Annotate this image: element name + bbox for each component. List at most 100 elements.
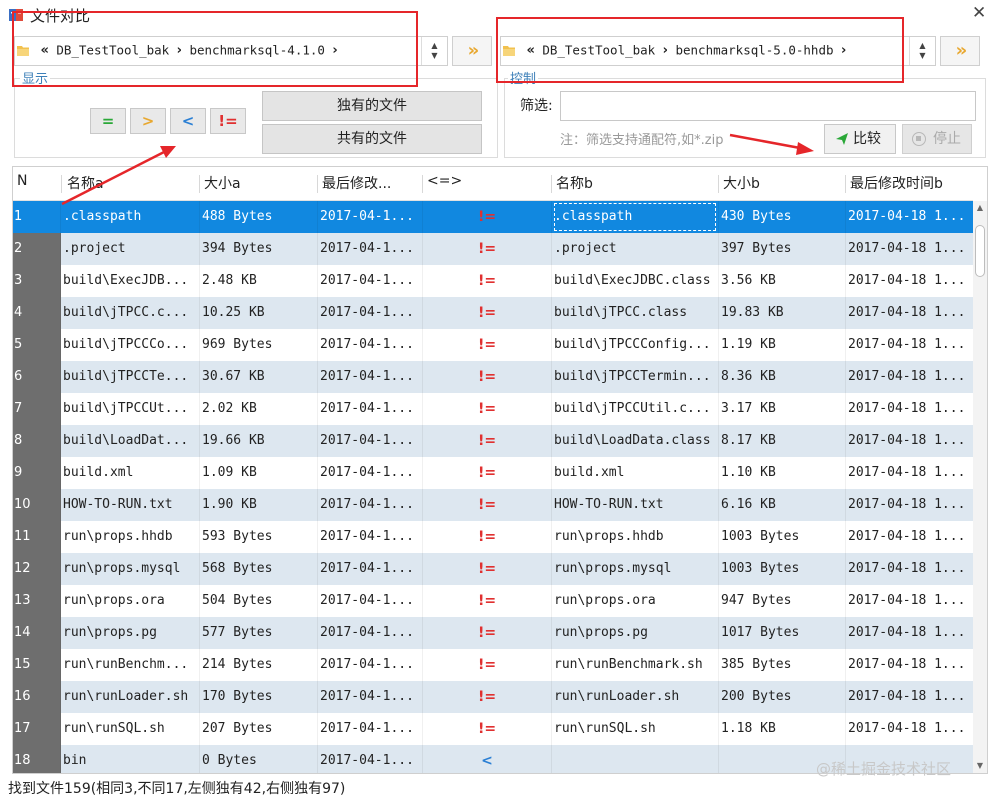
column-divider[interactable] — [199, 175, 200, 193]
cell-size-b[interactable]: 1003 Bytes — [719, 521, 845, 553]
cell-size-b[interactable]: 1.18 KB — [719, 713, 845, 745]
cell-mtime-a[interactable]: 2017-04-1... — [318, 265, 422, 297]
cell-mtime-a[interactable]: 2017-04-1... — [318, 585, 422, 617]
cell-row-number[interactable]: 5 — [13, 329, 61, 361]
cell-mtime-b[interactable]: 2017-04-18 1... — [846, 489, 973, 521]
less-filter-button[interactable]: < — [170, 108, 206, 134]
cell-size-a[interactable]: 2.02 KB — [200, 393, 317, 425]
cell-compare[interactable]: != — [423, 521, 551, 553]
cell-size-b[interactable]: 19.83 KB — [719, 297, 845, 329]
cell-size-a[interactable]: 1.09 KB — [200, 457, 317, 489]
cell-name-b[interactable]: build\ExecJDBC.class — [552, 265, 718, 297]
scroll-up-icon[interactable]: ▲ — [973, 201, 987, 215]
column-divider[interactable] — [845, 175, 846, 193]
right-go-button[interactable]: » — [940, 36, 980, 66]
cell-size-a[interactable]: 214 Bytes — [200, 649, 317, 681]
cell-row-number[interactable]: 9 — [13, 457, 61, 489]
unique-files-button[interactable]: 独有的文件 — [262, 91, 482, 121]
cell-size-a[interactable]: 488 Bytes — [200, 201, 317, 233]
table-row[interactable]: 6 build\jTPCCTe... 30.67 KB 2017-04-1... != b… — [13, 361, 973, 393]
cell-mtime-b[interactable]: 2017-04-18 1... — [846, 201, 973, 233]
scroll-down-icon[interactable]: ▼ — [973, 759, 987, 773]
column-divider[interactable] — [61, 175, 62, 193]
table-row[interactable]: 9 build.xml 1.09 KB 2017-04-1... != build.xml… — [13, 457, 973, 489]
cell-mtime-a[interactable]: 2017-04-1... — [318, 713, 422, 745]
cell-mtime-b[interactable]: 2017-04-18 1... — [846, 713, 973, 745]
column-divider[interactable] — [551, 175, 552, 193]
table-row[interactable]: 14 run\props.pg 577 Bytes 2017-04-1... != run… — [13, 617, 973, 649]
cell-name-a[interactable]: .classpath — [61, 201, 199, 233]
cell-name-b[interactable]: build\jTPCCTermin... — [552, 361, 718, 393]
cell-mtime-b[interactable]: 2017-04-18 1... — [846, 329, 973, 361]
left-path-root[interactable]: DB_TestTool_bak — [56, 43, 169, 58]
cell-name-a[interactable]: run\props.hhdb — [61, 521, 199, 553]
cell-mtime-b[interactable]: 2017-04-18 1... — [846, 265, 973, 297]
column-header-mtime-b[interactable]: 最后修改时间b — [850, 173, 968, 193]
cell-compare[interactable]: != — [423, 489, 551, 521]
cell-size-b[interactable]: 397 Bytes — [719, 233, 845, 265]
cell-name-a[interactable]: HOW-TO-RUN.txt — [61, 489, 199, 521]
cell-name-b[interactable]: run\props.pg — [552, 617, 718, 649]
greater-filter-button[interactable]: > — [130, 108, 166, 134]
cell-name-a[interactable]: run\runBenchm... — [61, 649, 199, 681]
cell-mtime-a[interactable]: 2017-04-1... — [318, 201, 422, 233]
cell-name-b[interactable]: .classpath — [552, 201, 718, 233]
cell-row-number[interactable]: 10 — [13, 489, 61, 521]
cell-name-a[interactable]: build\LoadDat... — [61, 425, 199, 457]
cell-name-a[interactable]: run\runLoader.sh — [61, 681, 199, 713]
column-header-mtime-a[interactable]: 最后修改... — [322, 173, 422, 193]
cell-mtime-a[interactable]: 2017-04-1... — [318, 393, 422, 425]
cell-size-b[interactable]: 8.36 KB — [719, 361, 845, 393]
cell-name-b[interactable]: .project — [552, 233, 718, 265]
column-header-name-a[interactable]: 名称a — [67, 173, 104, 193]
column-divider[interactable] — [718, 175, 719, 193]
cell-compare[interactable]: != — [423, 713, 551, 745]
path-back-chevron[interactable]: « — [526, 43, 534, 58]
cell-name-a[interactable]: build\jTPCCUt... — [61, 393, 199, 425]
cell-size-b[interactable]: 1.10 KB — [719, 457, 845, 489]
cell-name-a[interactable]: build\jTPCCCo... — [61, 329, 199, 361]
cell-size-b[interactable]: 430 Bytes — [719, 201, 845, 233]
cell-mtime-a[interactable]: 2017-04-1... — [318, 489, 422, 521]
cell-name-a[interactable]: build\jTPCC.c... — [61, 297, 199, 329]
cell-size-b[interactable]: 1003 Bytes — [719, 553, 845, 585]
cell-row-number[interactable]: 4 — [13, 297, 61, 329]
cell-row-number[interactable]: 17 — [13, 713, 61, 745]
cell-mtime-b[interactable]: 2017-04-18 1... — [846, 361, 973, 393]
table-row[interactable]: 17 run\runSQL.sh 207 Bytes 2017-04-1... != ru… — [13, 713, 973, 745]
cell-size-b[interactable]: 3.17 KB — [719, 393, 845, 425]
cell-name-b[interactable]: run\props.mysql — [552, 553, 718, 585]
cell-mtime-a[interactable]: 2017-04-1... — [318, 233, 422, 265]
cell-size-a[interactable]: 568 Bytes — [200, 553, 317, 585]
column-header-compare[interactable]: <=> — [427, 173, 462, 189]
cell-compare[interactable]: != — [423, 233, 551, 265]
cell-name-b[interactable]: run\runSQL.sh — [552, 713, 718, 745]
cell-name-b[interactable]: build\jTPCCUtil.c... — [552, 393, 718, 425]
cell-size-a[interactable]: 577 Bytes — [200, 617, 317, 649]
cell-name-b[interactable]: run\props.ora — [552, 585, 718, 617]
cell-name-b[interactable]: run\runLoader.sh — [552, 681, 718, 713]
left-path-folder[interactable]: benchmarksql-4.1.0 — [189, 43, 324, 58]
cell-row-number[interactable]: 15 — [13, 649, 61, 681]
cell-compare[interactable]: < — [423, 745, 551, 773]
cell-size-b[interactable]: 200 Bytes — [719, 681, 845, 713]
cell-name-b[interactable]: run\props.hhdb — [552, 521, 718, 553]
table-row[interactable]: 8 build\LoadDat... 19.66 KB 2017-04-1... != b… — [13, 425, 973, 457]
chevron-up-icon[interactable]: ▲ — [431, 41, 437, 50]
cell-mtime-a[interactable]: 2017-04-1... — [318, 553, 422, 585]
stop-button[interactable]: 停止 — [902, 124, 972, 154]
column-header-name-b[interactable]: 名称b — [556, 173, 593, 193]
vertical-scrollbar[interactable]: ▲ ▼ — [973, 201, 987, 773]
cell-compare[interactable]: != — [423, 425, 551, 457]
scrollbar-thumb[interactable] — [975, 225, 985, 277]
cell-size-b[interactable]: 8.17 KB — [719, 425, 845, 457]
cell-row-number[interactable]: 6 — [13, 361, 61, 393]
cell-mtime-a[interactable]: 2017-04-1... — [318, 297, 422, 329]
compare-button[interactable]: 比较 — [824, 124, 896, 154]
cell-mtime-b[interactable]: 2017-04-18 1... — [846, 425, 973, 457]
cell-mtime-b[interactable]: 2017-04-18 1... — [846, 553, 973, 585]
left-path-bar[interactable]: « DB_TestTool_bak › benchmarksql-4.1.0 ›… — [14, 36, 448, 66]
cell-compare[interactable]: != — [423, 265, 551, 297]
path-separator[interactable]: › — [332, 43, 337, 58]
cell-mtime-b[interactable]: 2017-04-18 1... — [846, 521, 973, 553]
